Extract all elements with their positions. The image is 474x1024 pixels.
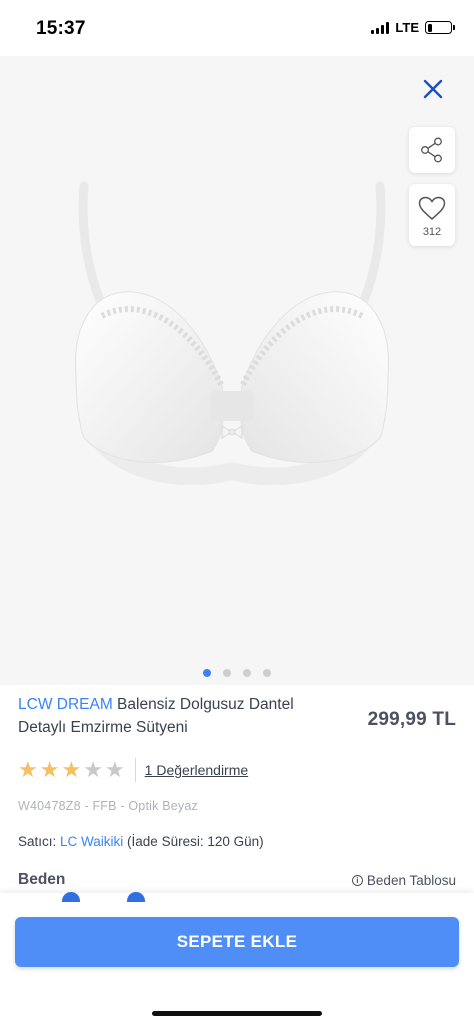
gallery-dot[interactable] [223, 669, 231, 677]
size-option-peek[interactable] [62, 892, 80, 902]
seller-prefix: Satıcı: [18, 834, 61, 849]
reviews-link[interactable]: 1 Değerlendirme [145, 762, 249, 778]
status-time: 15:37 [36, 18, 86, 39]
signal-icon [371, 21, 390, 34]
gallery-dot[interactable] [263, 669, 271, 677]
product-title: LCW DREAM Balensiz Dolgusuz Dantel Detay… [18, 693, 308, 739]
star-empty-icon: ★ [104, 757, 125, 782]
rating-stars: ★ ★ ★ ★ ★ [18, 759, 125, 781]
star-empty-icon: ★ [83, 757, 103, 782]
product-sku: W40478Z8 - FFB - Optik Beyaz [18, 799, 198, 813]
product-image[interactable] [62, 176, 402, 506]
rating-row: ★ ★ ★ ★ ★ 1 Değerlendirme [18, 757, 456, 783]
gallery-pagination[interactable] [0, 669, 474, 677]
size-header: Beden i Beden Tablosu [18, 871, 456, 889]
share-button[interactable] [409, 127, 455, 173]
product-gallery[interactable]: 312 [0, 56, 474, 685]
brand-link[interactable]: LCW DREAM [18, 696, 113, 713]
battery-icon [425, 21, 455, 34]
network-type: LTE [395, 20, 419, 35]
product-info: LCW DREAM Balensiz Dolgusuz Dantel Detay… [0, 685, 474, 889]
gallery-dot[interactable] [243, 669, 251, 677]
title-row: LCW DREAM Balensiz Dolgusuz Dantel Detay… [18, 693, 456, 739]
seller-info: Satıcı: LC Waikiki (İade Süresi: 120 Gün… [18, 834, 456, 849]
status-bar: 15:37 LTE [0, 0, 474, 56]
close-icon [423, 79, 443, 99]
star-filled-icon: ★ [18, 757, 38, 782]
divider [134, 758, 136, 782]
product-price: 299,99 TL [367, 709, 456, 730]
home-indicator [152, 1011, 322, 1016]
share-icon [421, 137, 442, 163]
info-icon: i [351, 874, 363, 886]
star-filled-icon: ★ [61, 757, 82, 782]
bottom-action-bar: SEPETE EKLE [0, 892, 474, 1024]
size-title: Beden [18, 871, 66, 888]
size-option-peek[interactable] [127, 892, 145, 902]
star-filled-icon: ★ [39, 757, 60, 782]
add-to-cart-button[interactable]: SEPETE EKLE [15, 917, 459, 967]
close-button[interactable] [420, 76, 446, 102]
gallery-dot[interactable] [203, 669, 211, 677]
status-indicators: LTE [371, 20, 455, 35]
size-chart-label: Beden Tablosu [366, 872, 456, 888]
return-period: (İade Süresi: 120 Gün) [123, 834, 264, 849]
favorite-count: 312 [422, 226, 442, 238]
seller-link[interactable]: LC Waikiki [60, 834, 123, 849]
favorite-button[interactable]: 312 [409, 184, 455, 246]
battery-level [427, 23, 432, 32]
size-chart-link[interactable]: i Beden Tablosu [351, 872, 456, 888]
heart-icon [418, 196, 446, 220]
